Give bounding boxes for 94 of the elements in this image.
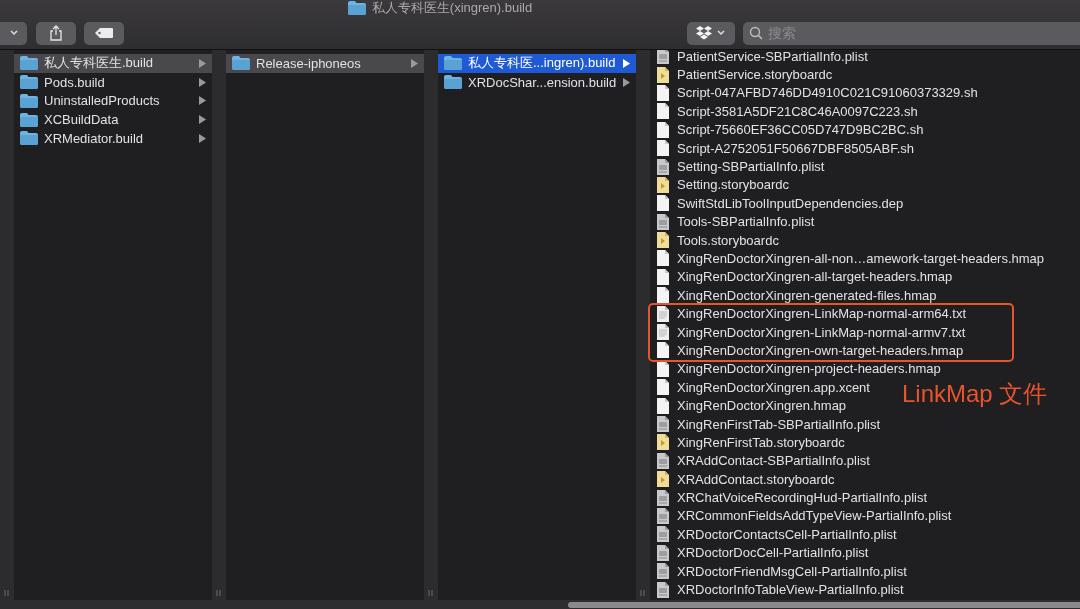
file-item[interactable]: XRDoctorInfoTableView-PartialInfo.plist — [656, 580, 904, 599]
document-icon — [656, 379, 670, 396]
caret-icon — [7, 29, 19, 37]
property-list-icon — [656, 544, 670, 561]
storyboard-icon — [656, 434, 670, 451]
share-icon — [49, 25, 63, 41]
file-item[interactable]: XingRenDoctorXingren-all-target-headers.hmap — [656, 267, 953, 287]
file-item[interactable]: XRDoctorDocCell-PartialInfo.plist — [656, 543, 869, 562]
file-item[interactable]: XRChatVoiceRecordingHud-PartialInfo.plist — [656, 488, 927, 507]
document-icon — [656, 268, 670, 285]
annotation-label: LinkMap 文件 — [902, 379, 1048, 409]
resize-grip-icon[interactable] — [428, 590, 433, 596]
folder-icon — [20, 112, 38, 127]
text-document-icon — [656, 305, 670, 322]
file-item[interactable]: Script-047AFBD746DD4910C021C91060373329.sh — [656, 83, 978, 103]
storyboard-icon — [656, 232, 670, 249]
file-item[interactable]: Tools-SBPartialInfo.plist — [656, 212, 815, 231]
text-document-icon — [656, 324, 670, 341]
file-item[interactable]: Tools.storyboardc — [656, 230, 779, 250]
folder-icon — [444, 75, 462, 90]
file-item[interactable]: XingRenDoctorXingren-project-headers.hmap — [656, 359, 941, 379]
folder-icon — [347, 1, 366, 15]
document-icon — [656, 250, 670, 267]
document-icon — [656, 287, 670, 304]
resize-grip-icon[interactable] — [4, 590, 9, 596]
folder-item[interactable]: UninstalledProducts — [14, 91, 212, 111]
file-item[interactable]: XingRenDoctorXingren-LinkMap-normal-arm64.txt — [656, 304, 966, 323]
scrollbar-thumb[interactable] — [568, 602, 1080, 608]
file-item[interactable]: PatientService-SBPartialInfo.plist — [656, 50, 868, 66]
file-item[interactable]: XingRenDoctorXingren-LinkMap-normal-armv7.txt — [656, 322, 966, 342]
disclosure-arrow-icon — [411, 58, 418, 68]
property-list-icon — [656, 213, 670, 230]
file-item[interactable]: Script-A2752051F50667DBF8505ABF.sh — [656, 138, 915, 158]
folder-icon — [20, 131, 38, 146]
file-item[interactable]: Setting-SBPartialInfo.plist — [656, 157, 825, 176]
property-list-icon — [656, 581, 670, 598]
folder-icon — [20, 93, 38, 108]
property-list-icon — [656, 158, 670, 175]
folder-icon — [444, 56, 462, 71]
file-item[interactable]: XRAddContact.storyboardc — [656, 470, 835, 489]
storyboard-icon — [656, 176, 670, 193]
folder-item[interactable]: XRDocShar...ension.build — [438, 72, 636, 92]
file-item[interactable]: XRAddContact-SBPartialInfo.plist — [656, 451, 870, 470]
file-item[interactable]: XingRenFirstTab-SBPartialInfo.plist — [656, 414, 881, 434]
dropbox-icon — [696, 26, 712, 40]
document-icon — [656, 84, 670, 101]
document-icon — [656, 342, 670, 359]
file-item[interactable]: XingRenDoctorXingren.app.xcent — [656, 378, 870, 397]
file-item[interactable]: XingRenDoctorXingren.hmap — [656, 396, 847, 415]
action-menu-button[interactable] — [0, 21, 27, 45]
folder-item[interactable]: 私人专科医生.build — [14, 54, 212, 73]
folder-item[interactable]: Release-iphoneos — [226, 54, 424, 73]
tag-icon — [95, 28, 113, 38]
storyboard-icon — [656, 471, 670, 488]
file-item[interactable]: XingRenFirstTab.storyboardc — [656, 433, 845, 452]
folder-item[interactable]: 私人专科医...ingren).build — [438, 54, 636, 73]
folder-icon — [20, 75, 38, 90]
file-item[interactable]: Script-3581A5DF21C8C46A0097C223.sh — [656, 102, 918, 121]
resize-grip-icon[interactable] — [216, 590, 221, 596]
dropbox-menu-button[interactable] — [687, 21, 735, 45]
storyboard-icon — [656, 66, 670, 83]
search-icon — [749, 25, 763, 40]
folder-item[interactable]: Pods.build — [14, 72, 212, 92]
share-button[interactable] — [36, 21, 76, 45]
file-item[interactable]: SwiftStdLibToolInputDependencies.dep — [656, 194, 904, 213]
property-list-icon — [656, 526, 670, 543]
window-title: 私人专科医生(xingren).build — [371, 0, 533, 17]
file-item[interactable]: XRCommonFieldsAddTypeView-PartialInfo.plist — [656, 506, 952, 526]
folder-item[interactable]: XCBuildData — [14, 110, 212, 129]
folder-icon — [232, 56, 250, 71]
file-item[interactable]: PatientService.storyboardc — [656, 65, 833, 84]
document-icon — [656, 195, 670, 212]
property-list-icon — [656, 416, 670, 432]
folder-item[interactable]: XRMediator.build — [14, 129, 212, 148]
folder-icon — [20, 56, 38, 71]
file-item[interactable]: XRDoctorContactsCell-PartialInfo.plist — [656, 525, 897, 544]
property-list-icon — [656, 452, 670, 469]
property-list-icon — [656, 489, 670, 506]
tag-button[interactable] — [84, 21, 124, 45]
file-item[interactable]: XingRenDoctorXingren-own-target-headers.hmap — [656, 341, 964, 360]
document-icon — [656, 103, 670, 120]
caret-icon — [716, 29, 726, 37]
document-icon — [656, 121, 670, 138]
file-item[interactable]: XingRenDoctorXingren-all-non…amework-target-headers.hmap — [656, 249, 1045, 268]
document-icon — [656, 140, 670, 157]
file-item[interactable]: Script-75660EF36CC05D747D9BC2BC.sh — [656, 120, 924, 139]
resize-grip-icon[interactable] — [640, 590, 645, 596]
property-list-icon — [656, 507, 670, 524]
document-icon — [656, 397, 670, 414]
property-list-icon — [656, 563, 670, 580]
file-item[interactable]: XRDoctorFriendMsgCell-PartialInfo.plist — [656, 561, 907, 581]
property-list-icon — [656, 50, 670, 65]
file-item[interactable]: XingRenDoctorXingren-generated-files.hmap — [656, 286, 937, 305]
file-item[interactable]: Setting.storyboardc — [656, 175, 789, 195]
